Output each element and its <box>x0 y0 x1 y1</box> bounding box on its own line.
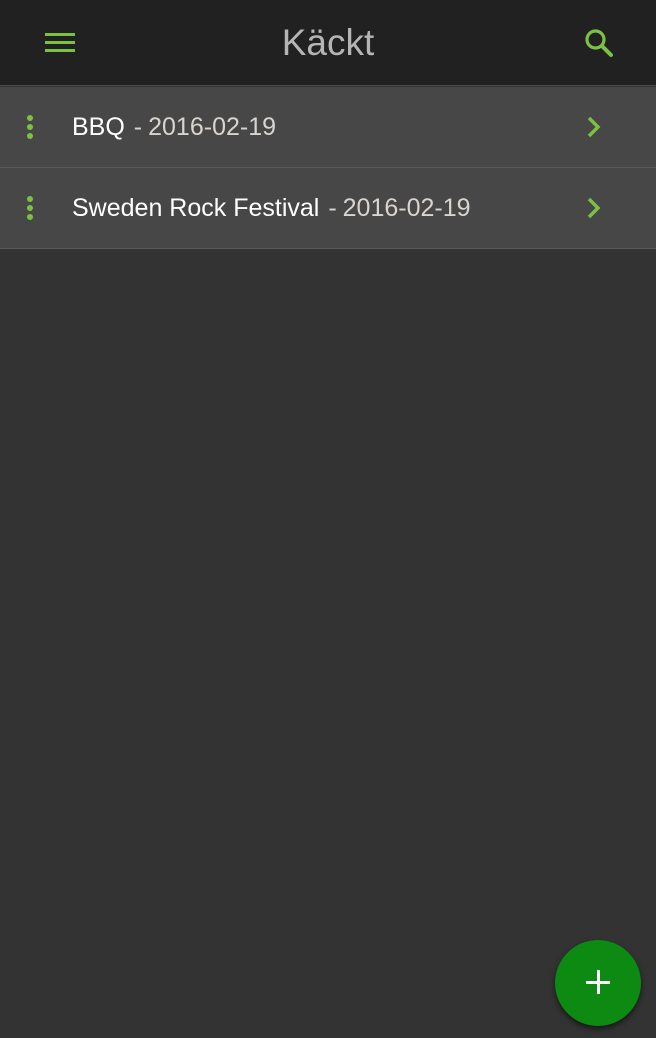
hamburger-menu-icon <box>45 33 75 36</box>
event-date: 2016-02-19 <box>342 194 471 222</box>
event-name: BBQ <box>72 113 125 141</box>
event-separator: - <box>133 113 143 141</box>
event-list: BBQ -2016-02-19 Sweden Rock Festival -2016… <box>0 87 656 249</box>
more-options-icon[interactable] <box>18 190 42 226</box>
app-title: Käckt <box>281 22 375 63</box>
add-event-button[interactable] <box>555 940 641 1026</box>
app-bar: Käckt <box>0 0 656 86</box>
menu-icon-bar <box>45 41 75 44</box>
event-separator: - <box>328 194 337 222</box>
chevron-right-icon[interactable] <box>582 195 606 221</box>
event-label: BBQ -2016-02-19 <box>72 87 276 167</box>
chevron-right-icon[interactable] <box>582 114 606 140</box>
menu-button[interactable] <box>44 31 76 55</box>
list-item[interactable]: Sweden Rock Festival -2016-02-19 <box>0 168 656 249</box>
event-date: 2016-02-19 <box>148 113 277 141</box>
search-icon <box>585 29 613 57</box>
more-options-icon[interactable] <box>18 109 42 145</box>
event-label: Sweden Rock Festival -2016-02-19 <box>72 168 471 248</box>
menu-icon-bar <box>45 49 75 52</box>
search-button[interactable] <box>582 26 616 60</box>
list-item[interactable]: BBQ -2016-02-19 <box>0 87 656 168</box>
event-name: Sweden Rock Festival <box>72 194 320 222</box>
